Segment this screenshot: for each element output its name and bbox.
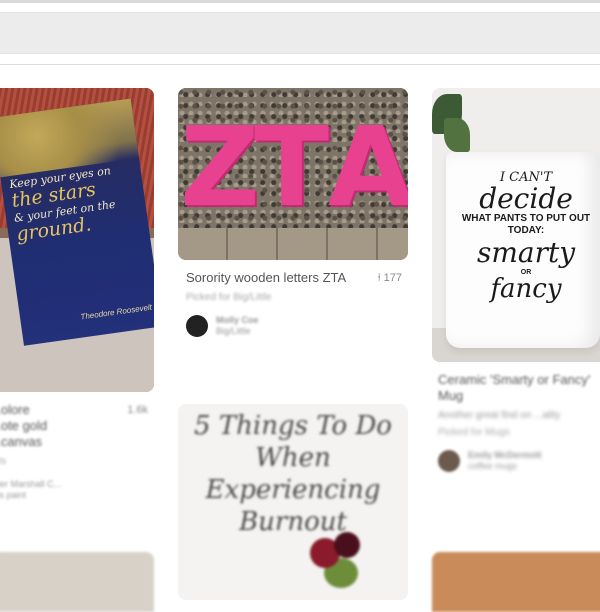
browser-toolbar <box>0 0 600 65</box>
canvas-signature: Theodore Roosevelt <box>79 302 153 322</box>
avatar[interactable] <box>438 450 460 472</box>
letter-t: T <box>254 103 330 231</box>
user-board: Big/Little <box>216 326 251 336</box>
user-name: Emily McDermott <box>468 450 542 460</box>
canvas-art: Keep your eyes on the stars & your feet … <box>0 98 154 346</box>
pin-description: Another great find on ...ality <box>438 410 561 421</box>
pin-picked-for: Picked for Big/Little <box>186 292 272 303</box>
top-divider <box>0 0 600 3</box>
pin-card-mug[interactable]: I CAN'T decide WHAT PANTS TO PUT OUT TOD… <box>432 88 600 472</box>
pin-image[interactable]: Z T A <box>178 88 408 260</box>
pin-title[interactable]: ...olore ...ote gold ...canvas 1.6k <box>0 402 154 450</box>
user-board: coffee mugs <box>468 461 517 471</box>
pin-image[interactable]: Keep your eyes on the stars & your feet … <box>0 88 154 392</box>
pin-icon: ⍿ <box>377 272 381 284</box>
letter-z: Z <box>180 103 260 231</box>
pin-user[interactable]: Molly Coe Big/Little <box>186 315 408 337</box>
wood-floor <box>178 228 408 260</box>
plant-leaf <box>444 118 470 152</box>
pin-image[interactable]: I CAN'T decide WHAT PANTS TO PUT OUT TOD… <box>432 88 600 362</box>
pin-image-text: 5 Things To Do When Experiencing Burnout <box>194 411 392 537</box>
pin-card-partial[interactable] <box>432 552 600 612</box>
pin-user[interactable]: ...ter Marshall C... ...is paint <box>0 479 154 501</box>
pin-card-partial[interactable] <box>0 552 154 612</box>
search-bar[interactable] <box>0 12 600 54</box>
pin-picked-for: Picked for Mugs <box>438 427 510 438</box>
mug: I CAN'T decide WHAT PANTS TO PUT OUT TOD… <box>446 152 600 348</box>
pin-title[interactable]: Sorority wooden letters ZTA ⍿ 177 <box>186 270 408 286</box>
user-name: Molly Coe <box>216 315 259 325</box>
avatar[interactable] <box>186 315 208 337</box>
pin-card-burnout[interactable]: 5 Things To Do When Experiencing Burnout <box>178 404 408 600</box>
letter-a: A <box>328 103 408 231</box>
pin-user[interactable]: Emily McDermott coffee mugs <box>438 450 600 472</box>
flower-illustration <box>306 532 370 596</box>
pin-subtitle: ...ts <box>0 456 7 467</box>
pin-card-zta-letters[interactable]: Z T A Sorority wooden letters ZTA ⍿ 177 … <box>178 88 408 337</box>
mug-text: I CAN'T decide WHAT PANTS TO PUT OUT TOD… <box>461 170 591 304</box>
pin-card-stars-canvas[interactable]: Keep your eyes on the stars & your feet … <box>0 88 154 501</box>
pin-title[interactable]: Ceramic 'Smarty or Fancy' Mug <box>438 372 600 404</box>
repin-count: 1.6k <box>127 404 148 416</box>
repin-count: ⍿ 177 <box>377 272 402 284</box>
